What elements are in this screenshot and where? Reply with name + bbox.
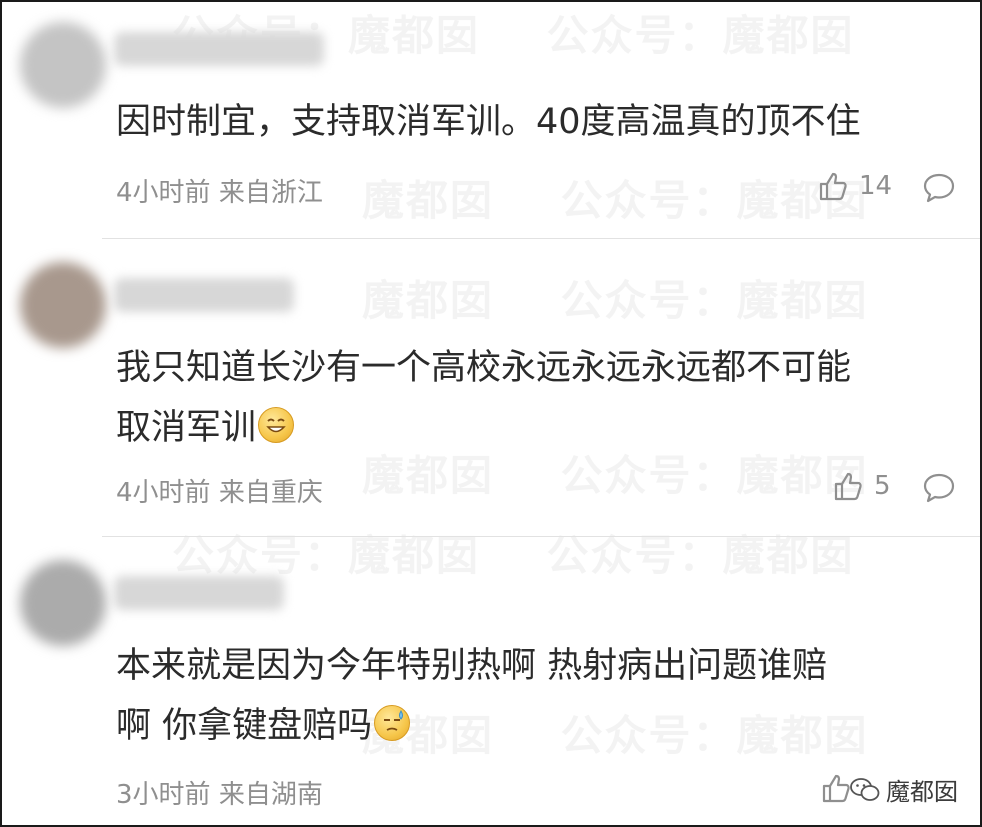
like-button[interactable]: [820, 772, 852, 804]
thumbs-up-icon: [834, 472, 862, 501]
divider: [102, 536, 980, 537]
thumbs-up-icon: [822, 774, 850, 803]
comment-location: 来自浙江: [218, 178, 323, 208]
reply-icon[interactable]: [922, 472, 956, 504]
divider: [102, 238, 980, 239]
comment-time: 4小时前: [116, 178, 211, 208]
comment-meta: 3小时前 来自湖南: [116, 774, 323, 811]
comment-location: 来自湖南: [218, 780, 323, 810]
comment-text-line: 啊 你拿键盘赔吗: [116, 696, 962, 756]
like-count: 14: [859, 171, 893, 201]
comment-item: 我只知道长沙有一个高校永远永远永远都不可能 取消军训 4小时前 来自重庆 5: [2, 240, 980, 538]
username-blurred[interactable]: [114, 278, 294, 312]
reply-icon[interactable]: [922, 172, 956, 204]
comment-time: 4小时前: [116, 478, 211, 508]
comment-item: 本来就是因为今年特别热啊 热射病出问题谁赔 啊 你拿键盘赔吗 3小时前 来自湖南: [2, 538, 980, 825]
brand-name: 魔都囡: [886, 778, 958, 806]
comment-panel: 公众号：魔都囡 公众号：魔都囡 魔都囡 公众号：魔都囡 魔都囡 公众号：魔都囡 …: [0, 0, 982, 827]
comment-text-line: 本来就是因为今年特别热啊 热射病出问题谁赔: [116, 646, 828, 686]
comment-text-line: 我只知道长沙有一个高校永远永远永远都不可能: [116, 348, 852, 388]
comment-text: 本来就是因为今年特别热啊 热射病出问题谁赔 啊 你拿键盘赔吗: [116, 636, 962, 756]
comment-text: 因时制宜，支持取消军训。40度高温真的顶不住: [116, 102, 861, 142]
comment-text: 我只知道长沙有一个高校永远永远永远都不可能 取消军训: [116, 338, 962, 458]
avatar[interactable]: [20, 262, 106, 348]
comment-text-tail: 啊 你拿键盘赔吗: [116, 706, 373, 746]
comment-meta: 4小时前 来自浙江: [116, 172, 323, 209]
avatar[interactable]: [20, 22, 106, 108]
comment-item: 因时制宜，支持取消军训。40度高温真的顶不住 4小时前 来自浙江 14: [2, 2, 980, 240]
comment-text-line: 取消军训: [116, 398, 962, 458]
sweat-face-icon: [374, 705, 411, 741]
comment-time: 3小时前: [116, 780, 211, 810]
comment-meta: 4小时前 来自重庆: [116, 472, 323, 509]
like-count: 5: [874, 471, 891, 501]
username-blurred[interactable]: [114, 32, 324, 66]
thumbs-up-icon: [819, 172, 847, 201]
comment-location: 来自重庆: [218, 478, 323, 508]
like-button[interactable]: 5: [832, 470, 891, 502]
wechat-icon: [850, 777, 880, 801]
grinning-face-icon: [258, 407, 295, 443]
username-blurred[interactable]: [114, 576, 284, 610]
brand-logo: 魔都囡: [850, 772, 958, 807]
comment-text-tail: 取消军训: [116, 408, 257, 448]
like-button[interactable]: 14: [817, 170, 892, 202]
avatar[interactable]: [20, 560, 106, 646]
